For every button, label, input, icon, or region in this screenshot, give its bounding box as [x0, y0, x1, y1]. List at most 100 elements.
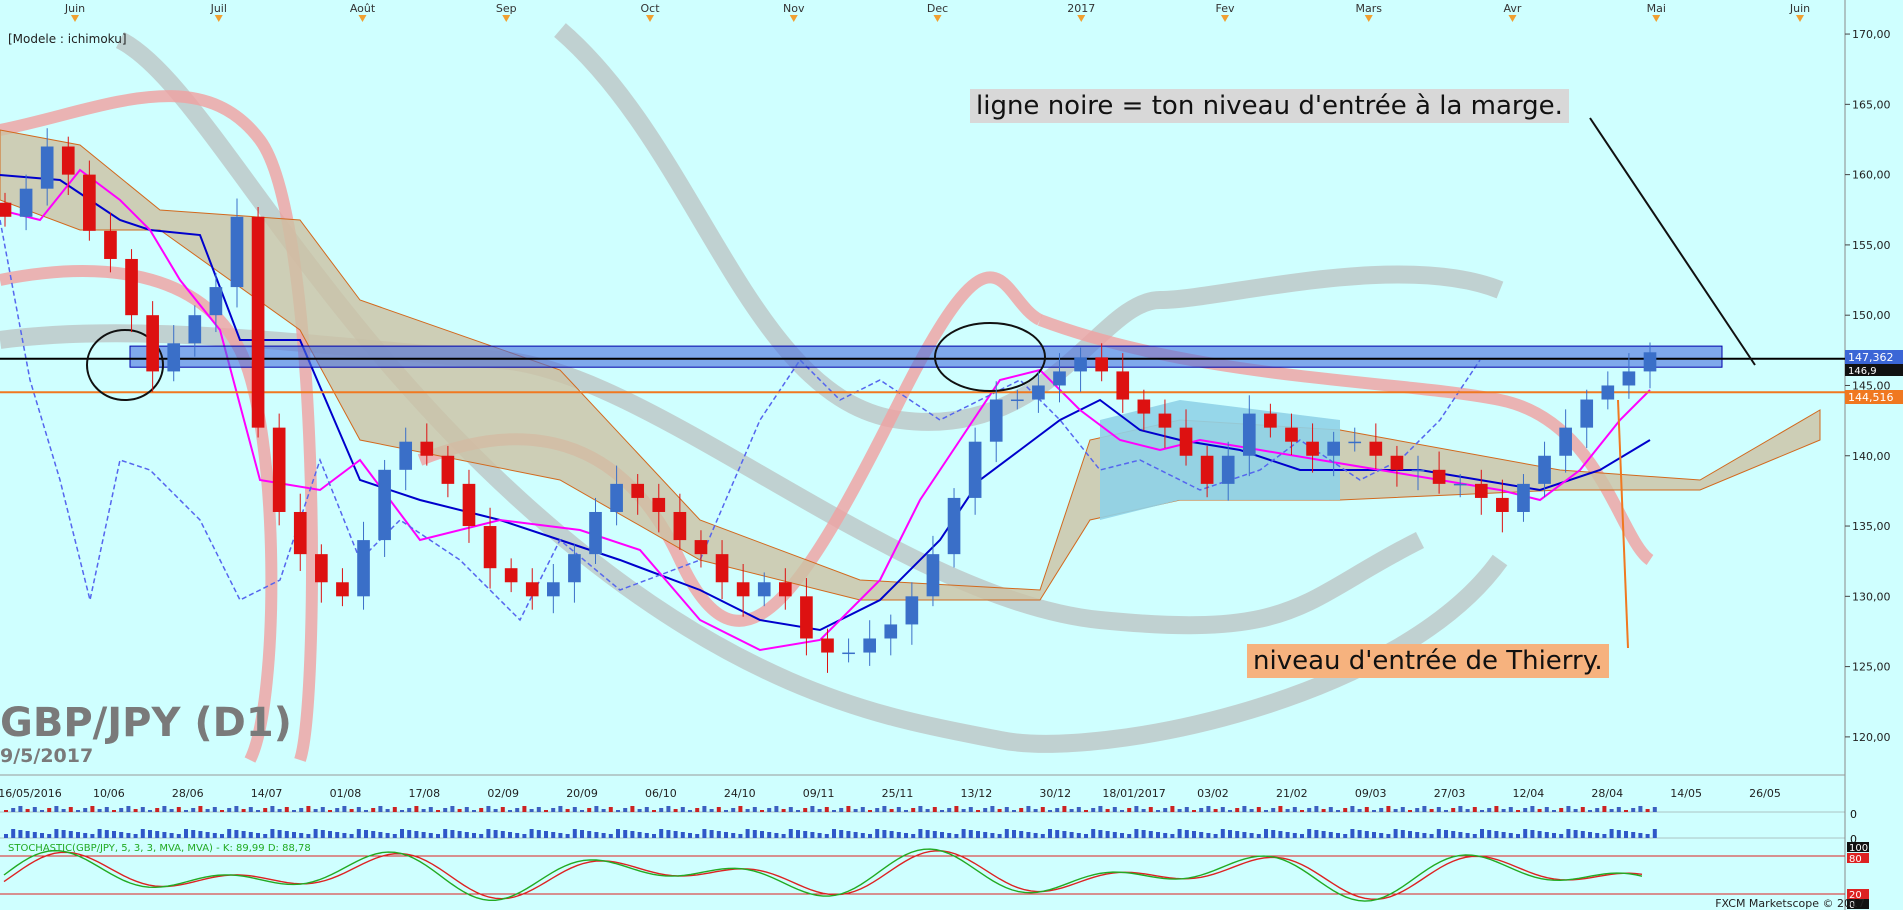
candle-body [399, 441, 413, 470]
volume-bar [940, 810, 944, 812]
volume-bar [1220, 807, 1225, 812]
volume-bar [83, 833, 88, 838]
volume-bar [169, 809, 174, 812]
date-label: 25/11 [882, 787, 914, 800]
volume-bar [1624, 831, 1628, 838]
volume-bar [644, 833, 649, 838]
volume-bar [659, 808, 664, 812]
volume-bar [1141, 809, 1146, 812]
volume-bar [11, 808, 16, 812]
volume-bar [342, 833, 347, 838]
volume-bar [1631, 808, 1636, 812]
volume-bar [241, 809, 246, 812]
volume-bar [335, 808, 340, 812]
volume-bar [1307, 808, 1312, 812]
volume-bar [25, 831, 30, 838]
volume-bar [731, 808, 736, 812]
volume-bar [1199, 832, 1204, 838]
volume-bar [1040, 834, 1045, 838]
month-label: Août [350, 2, 376, 15]
volume-bar [1292, 807, 1297, 812]
volume-bar [666, 830, 671, 838]
volume-bar [1480, 810, 1484, 812]
month-label: Oct [640, 2, 660, 15]
volume-bar [1004, 829, 1009, 838]
volume-bar [1184, 830, 1189, 838]
volume-bar [148, 810, 152, 812]
candle-body [547, 582, 560, 597]
volume-bar [119, 808, 124, 812]
volume-bar [464, 807, 469, 812]
volume-bar [896, 832, 901, 838]
volume-bar [54, 829, 59, 838]
volume-bar [1559, 834, 1564, 838]
volume-bar [738, 806, 743, 812]
volume-bar [695, 834, 700, 838]
price-tick-label: 165,00 [1852, 98, 1891, 111]
volume-bar [1091, 829, 1096, 838]
price-tick-label: 150,00 [1852, 309, 1891, 322]
date-label: 28/04 [1591, 787, 1623, 800]
volume-bar [1559, 808, 1564, 812]
volume-bar [450, 806, 455, 812]
volume-bar [83, 808, 88, 812]
volume-bar [1264, 810, 1268, 812]
volume-bar [1314, 830, 1319, 838]
date-label: 28/06 [172, 787, 204, 800]
volume-bar [846, 806, 851, 812]
candle-body [863, 638, 877, 653]
volume-bar [385, 833, 390, 838]
price-tick-label: 125,00 [1852, 661, 1891, 674]
volume-bar [1112, 832, 1117, 838]
volume-bar [738, 834, 743, 838]
black-level-label: 146,9 [1848, 366, 1877, 377]
candle-body [1179, 427, 1193, 456]
volume-bar [61, 809, 66, 812]
volume-bar [652, 810, 656, 812]
volume-bar [716, 831, 721, 838]
candle-body [1453, 483, 1467, 486]
volume-bar [652, 834, 656, 838]
volume-bar [1141, 830, 1146, 838]
volume-bar [1386, 834, 1391, 838]
candle-body [989, 399, 1003, 442]
volume-bar [90, 834, 95, 838]
volume-bar [1076, 807, 1081, 812]
volume-bar [508, 810, 512, 812]
volume-bar [623, 808, 628, 812]
volume-bar [1494, 831, 1499, 838]
volume-bar [421, 832, 426, 838]
volume-bar [832, 810, 836, 812]
volume-bar [688, 810, 692, 812]
volume-bar [400, 810, 404, 812]
volume-bar [572, 829, 577, 838]
candle-body [1095, 357, 1108, 372]
volume-bar [918, 806, 923, 812]
volume-bar [788, 807, 793, 812]
volume-bar [1285, 832, 1290, 838]
volume-bar [1062, 806, 1067, 812]
volume-bar [32, 807, 37, 812]
volume-bar [1156, 810, 1160, 812]
volume-bar [162, 806, 167, 812]
volume-bar [515, 808, 520, 812]
candle-body [1411, 469, 1425, 472]
volume-bar [1523, 829, 1528, 838]
volume-bar [774, 833, 779, 838]
volume-bar [299, 833, 304, 838]
volume-bar [306, 806, 311, 812]
volume-bar [328, 810, 332, 812]
annotation-black-line: ligne noire = ton niveau d'entrée à la m… [970, 89, 1569, 123]
volume-bar [1336, 810, 1340, 812]
volume-bar [198, 831, 203, 838]
volume-bar [1256, 834, 1261, 838]
date-label: 27/03 [1434, 787, 1466, 800]
volume-bar [1364, 807, 1369, 812]
volume-bar [1451, 831, 1456, 838]
volume-bar [1213, 834, 1218, 838]
volume-bar [1357, 830, 1362, 838]
date-label: 14/07 [251, 787, 283, 800]
volume-bar [637, 832, 642, 838]
volume-bar [868, 810, 872, 812]
candle-body [1264, 413, 1277, 428]
